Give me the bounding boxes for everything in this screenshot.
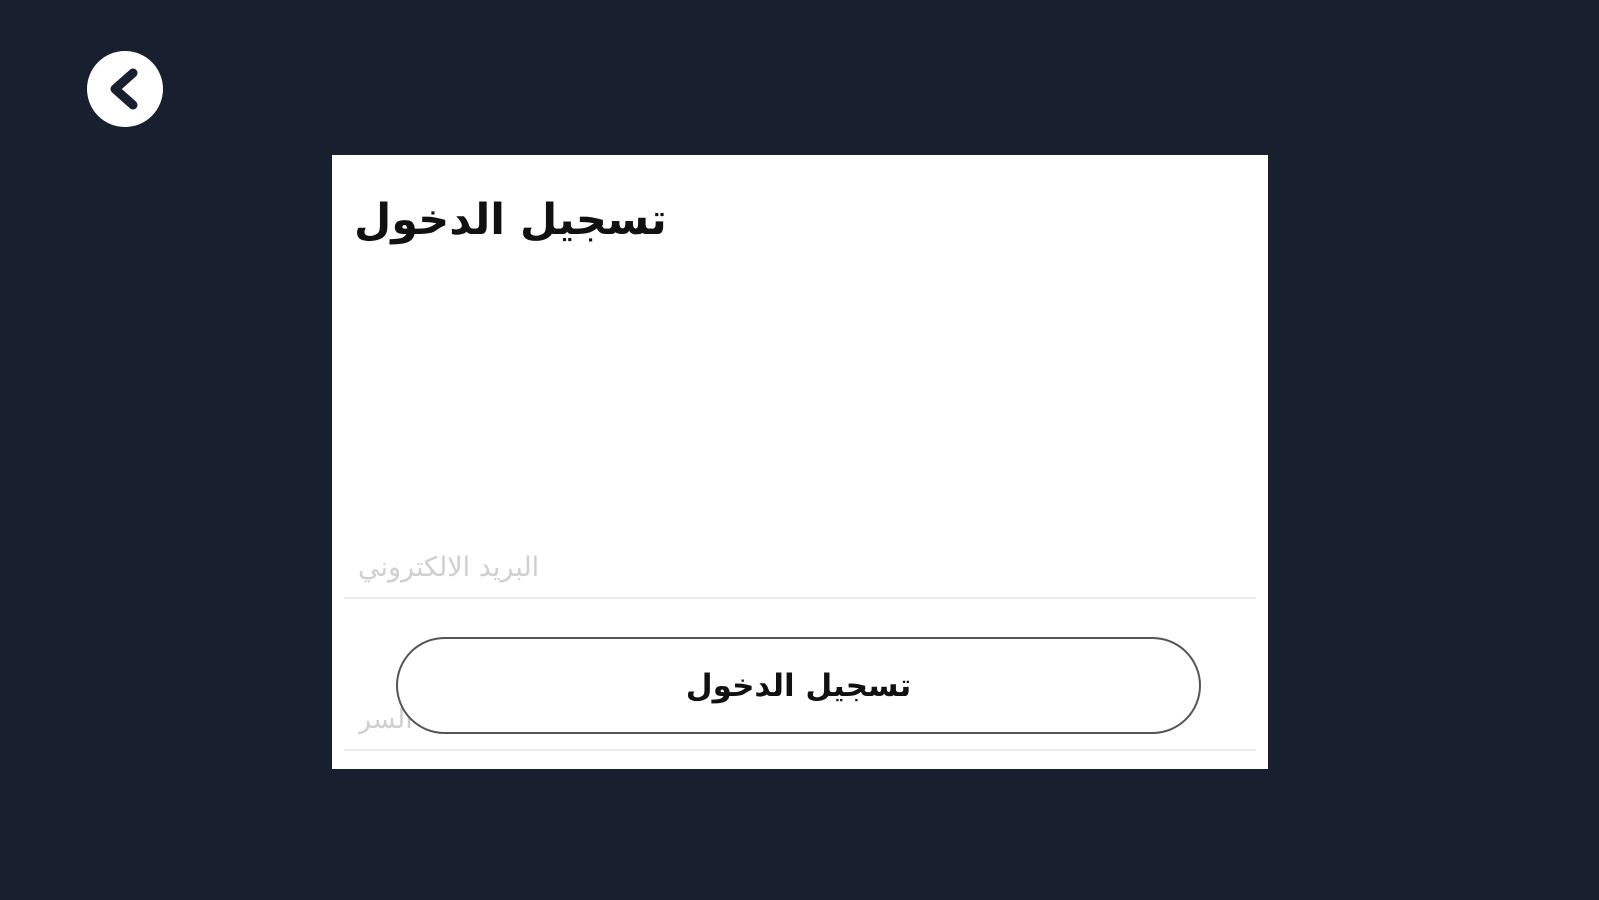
login-card: تسجيل الدخول تسجيل الدخول [332,155,1268,769]
back-button[interactable] [87,51,163,127]
page-title: تسجيل الدخول [354,195,667,245]
chevron-left-icon [110,68,138,110]
login-button[interactable]: تسجيل الدخول [396,637,1201,734]
email-field[interactable] [344,543,1256,599]
